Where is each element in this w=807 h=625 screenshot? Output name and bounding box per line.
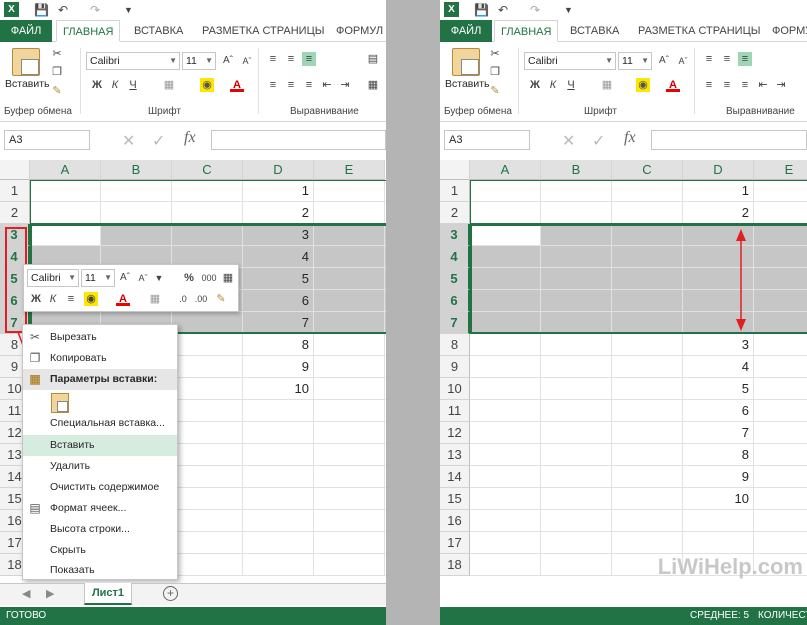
cut-icon: ✂ — [29, 330, 41, 344]
copy-icon: ❐ — [29, 351, 41, 365]
paste-option-icon[interactable] — [51, 393, 69, 413]
mini-font-size-value: 11 — [85, 272, 96, 284]
table-format-icon[interactable]: ▦ — [221, 271, 235, 285]
thousands-button[interactable]: 000 — [200, 271, 218, 285]
status-ready: ГОТОВО — [6, 610, 47, 621]
menu-item-label: Очистить содержимое — [50, 481, 160, 493]
decrease-font-icon[interactable]: Aˇ — [136, 271, 150, 285]
menu-item-insert[interactable]: Вставить — [23, 435, 177, 456]
mini-toolbar: Calibri ▼ 11 ▼ Aˆ Aˇ ▼ % 000 ▦ Ж К ≡ ◉ A ▦… — [23, 264, 239, 312]
menu-item-label: Формат ячеек... — [50, 502, 127, 514]
menu-item-label: Высота строки... — [50, 523, 130, 535]
right-excel-window: X 💾 ↶ ↷ ▼ ФАЙЛ ГЛАВНАЯ ВСТАВКА РАЗМЕТКА … — [440, 0, 807, 625]
decrease-decimal-icon[interactable]: .00 — [194, 292, 208, 306]
fill-color-icon[interactable]: ◉ — [84, 292, 98, 306]
bold-icon[interactable]: Ж — [29, 292, 43, 306]
status-count: КОЛИЧЕСТ — [758, 610, 807, 621]
sheet-tab-1[interactable]: Лист1 — [84, 583, 132, 605]
status-bar: СРЕДНЕЕ: 5 КОЛИЧЕСТ — [440, 607, 807, 625]
next-sheet-icon[interactable]: ▶ — [46, 587, 54, 600]
menu-item-paste-special[interactable]: Специальная вставка... — [23, 413, 177, 434]
chevron-down-icon[interactable]: ▼ — [104, 270, 112, 286]
menu-item-hide[interactable]: Скрыть — [23, 540, 177, 561]
mini-font-size[interactable]: 11 ▼ — [81, 269, 115, 287]
sheet-tab-bar: ◀ ▶ Лист1 + — [0, 583, 386, 605]
menu-item-label: Вставить — [50, 439, 95, 451]
menu-header-paste-options: ▦ Параметры вставки: — [23, 369, 177, 390]
left-excel-window: X 💾 ↶ ↷ ▼ ФАЙЛ ГЛАВНАЯ ВСТАВКА РАЗМЕТКА … — [0, 0, 386, 625]
panel-divider — [386, 0, 440, 625]
italic-icon[interactable]: К — [46, 292, 60, 306]
mini-font-name[interactable]: Calibri ▼ — [27, 269, 79, 287]
font-color-icon[interactable]: A — [116, 292, 130, 306]
status-bar: ГОТОВО — [0, 607, 386, 625]
menu-item-cut[interactable]: ✂ Вырезать — [23, 327, 177, 348]
percent-button[interactable]: % — [182, 271, 196, 285]
menu-item-clear-contents[interactable]: Очистить содержимое — [23, 477, 177, 498]
menu-item-label: Скрыть — [50, 544, 86, 556]
menu-item-copy[interactable]: ❐ Копировать — [23, 348, 177, 369]
borders-icon[interactable]: ▦ — [148, 292, 162, 306]
add-sheet-icon[interactable]: + — [163, 586, 178, 601]
prev-sheet-icon[interactable]: ◀ — [22, 587, 30, 600]
menu-item-row-height[interactable]: Высота строки... — [23, 519, 177, 540]
format-cells-icon: ▤ — [29, 501, 41, 515]
menu-item-label: Показать — [50, 564, 95, 576]
watermark: LiWiHelp.com — [657, 554, 803, 579]
chevron-down-icon[interactable]: ▼ — [68, 270, 76, 286]
number-format-icon[interactable]: ▼ — [152, 271, 166, 285]
menu-item-unhide[interactable]: Показать — [23, 560, 177, 581]
increase-decimal-icon[interactable]: .0 — [176, 292, 190, 306]
paste-icon: ▦ — [29, 372, 41, 386]
menu-item-label: Специальная вставка... — [50, 417, 165, 429]
format-painter-icon[interactable]: ✎ — [214, 292, 228, 306]
context-menu: ✂ Вырезать ❐ Копировать ▦ Параметры вставки… — [22, 324, 178, 580]
menu-item-delete[interactable]: Удалить — [23, 456, 177, 477]
menu-item-label: Вырезать — [50, 331, 97, 343]
status-average: СРЕДНЕЕ: 5 — [690, 610, 750, 621]
menu-item-format-cells[interactable]: ▤ Формат ячеек... — [23, 498, 177, 519]
align-center-icon[interactable]: ≡ — [64, 292, 78, 306]
menu-header-label: Параметры вставки: — [50, 373, 158, 385]
mini-font-name-value: Calibri — [31, 272, 61, 284]
annotation-double-arrow — [736, 229, 746, 331]
increase-font-icon[interactable]: Aˆ — [118, 271, 132, 285]
menu-item-label: Удалить — [50, 460, 91, 472]
menu-item-label: Копировать — [50, 352, 107, 364]
